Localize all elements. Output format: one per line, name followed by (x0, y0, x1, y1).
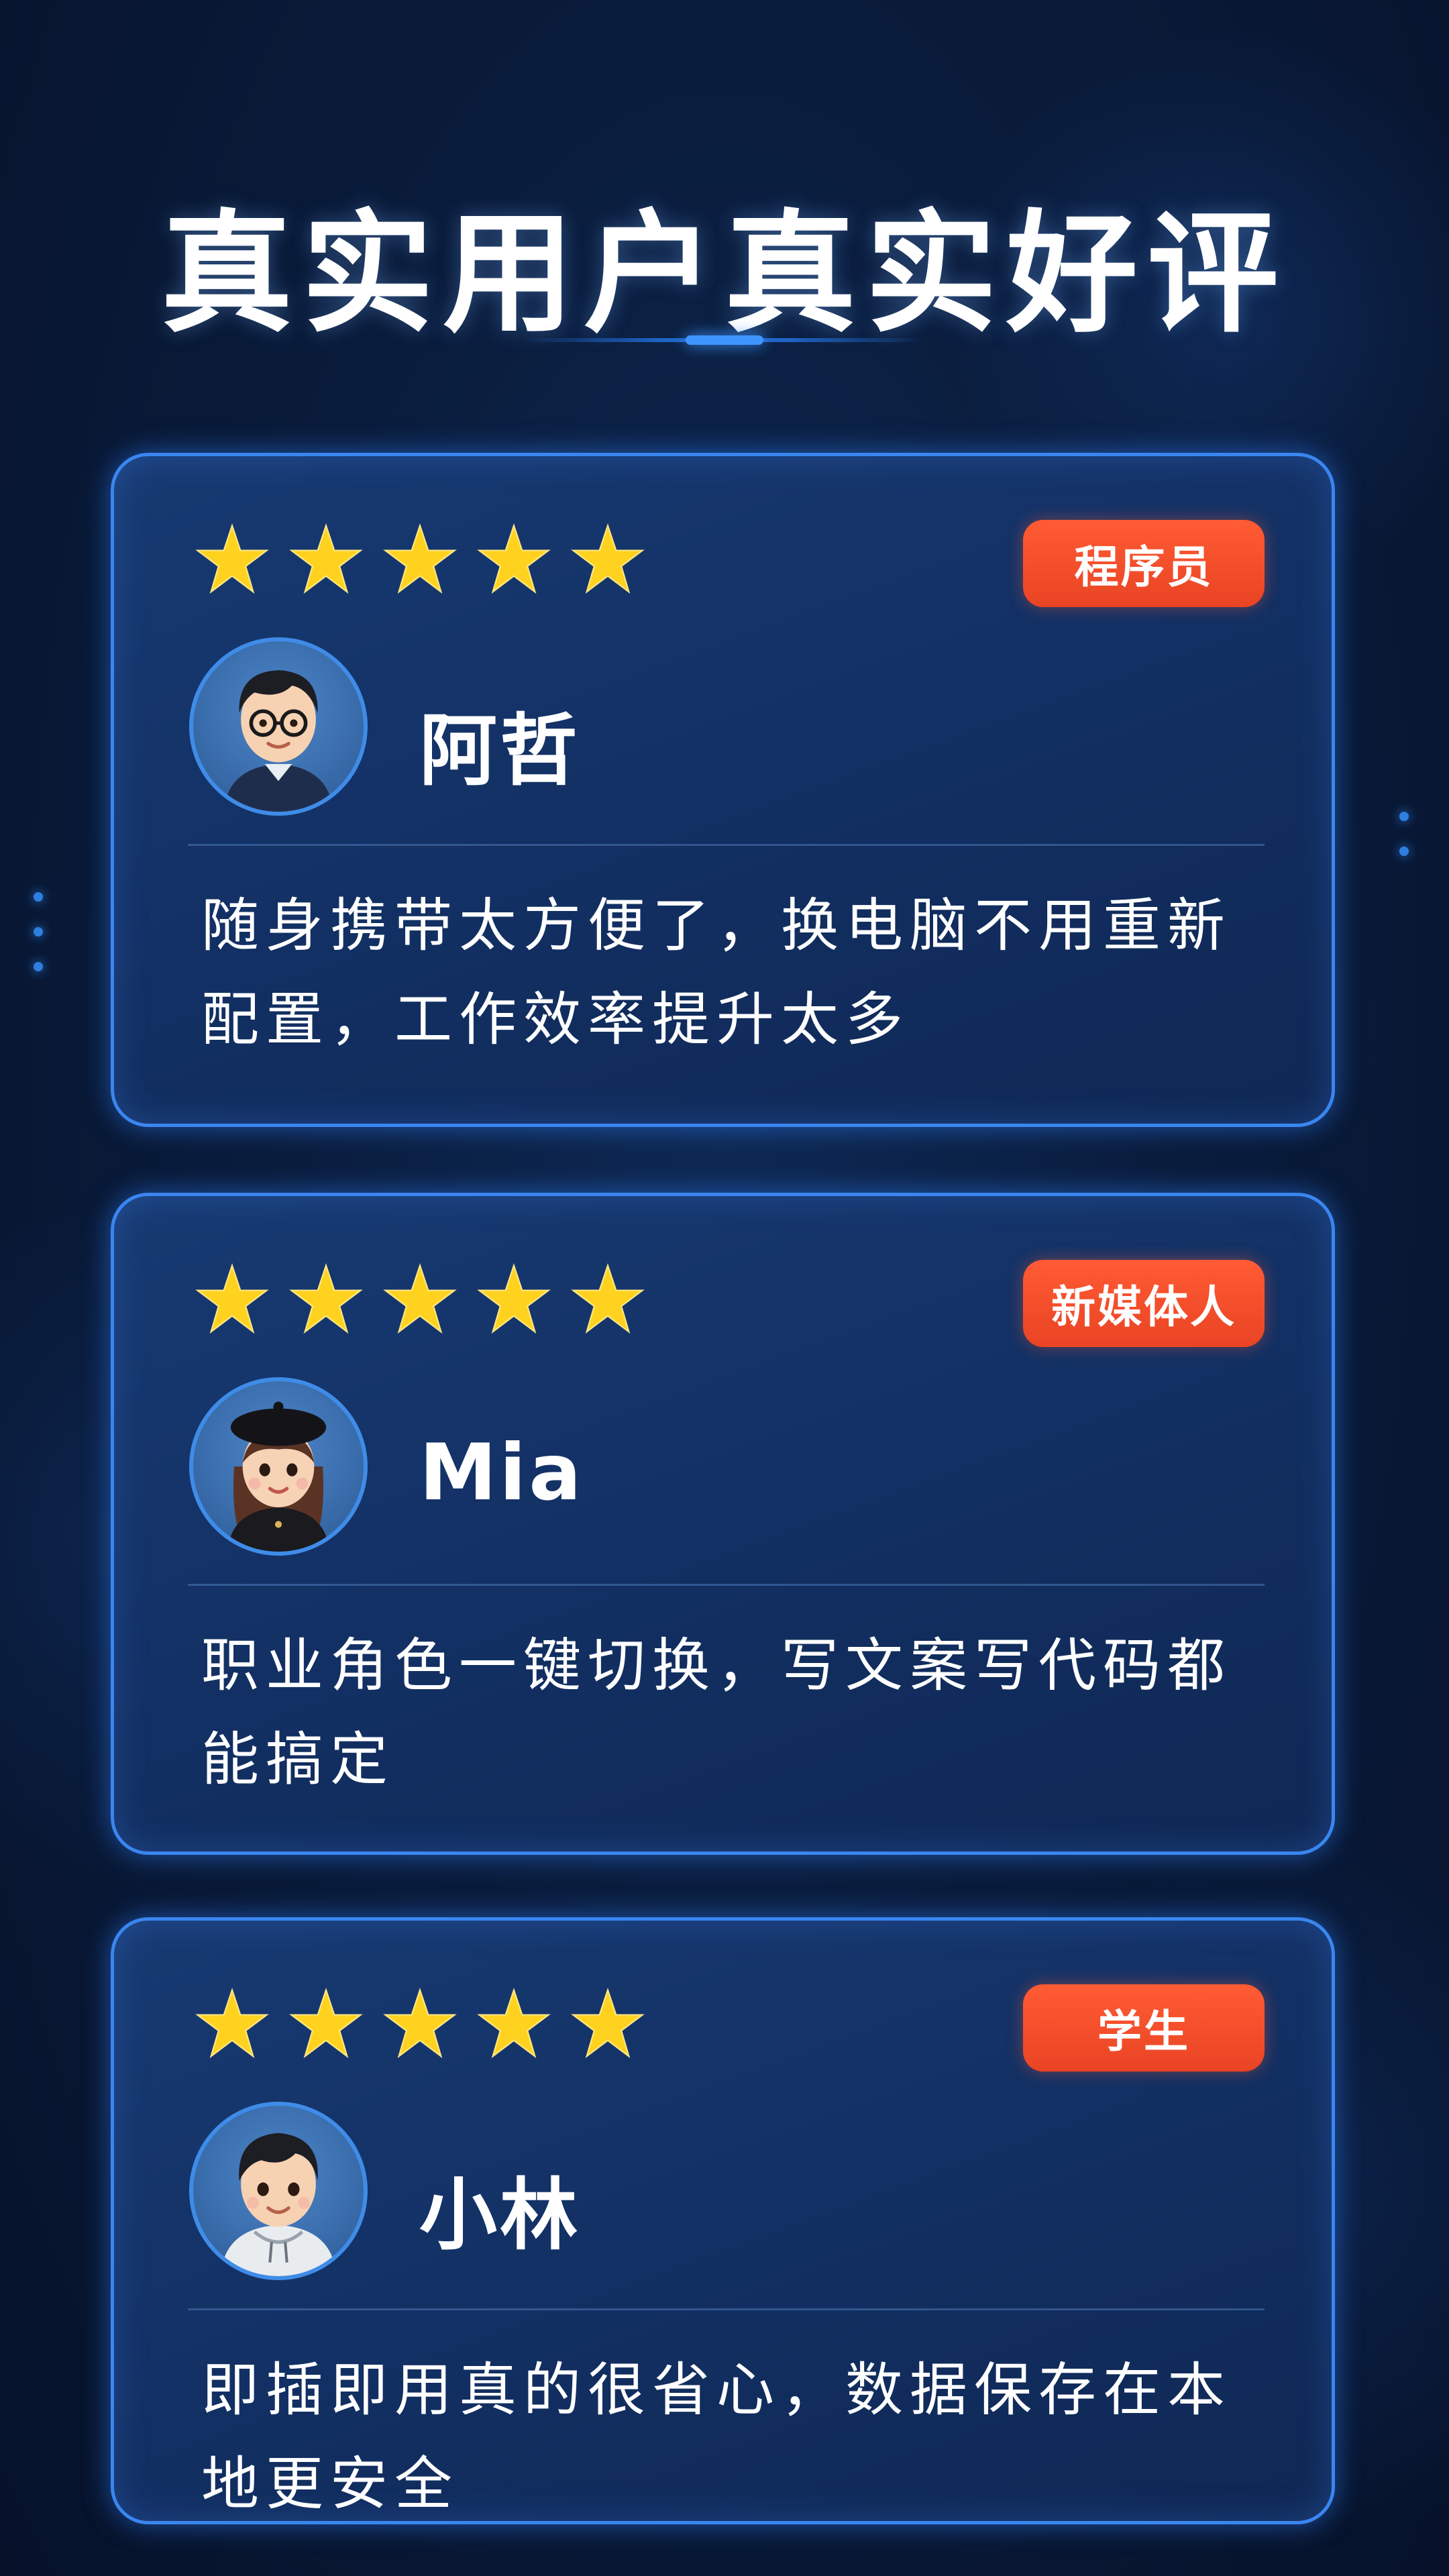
decor-dots-right (1399, 812, 1409, 856)
star-icon (195, 1263, 269, 1334)
role-tag: 新媒体人 (1023, 1260, 1265, 1347)
star-icon (571, 1263, 645, 1334)
star-icon (477, 1263, 551, 1334)
girl-beret-avatar-icon (189, 1377, 368, 1556)
review-card-1: 程序员 阿哲 随身携带太方便了，换电脑不用重新配置，工作效率提升太多 (111, 453, 1335, 1127)
review-card-2: 新媒体人 Mia 职业角色一键切换，写文案写代码都能搞定 (111, 1193, 1335, 1855)
page-title: 真实用户真实好评 (160, 198, 1288, 351)
role-tag: 程序员 (1023, 520, 1265, 607)
star-icon (289, 523, 363, 594)
star-icon (571, 1988, 645, 2059)
decor-dots-left (34, 892, 43, 971)
review-text: 随身携带太方便了，换电脑不用重新配置，工作效率提升太多 (201, 892, 1232, 1053)
star-icon (571, 523, 645, 594)
user-name: Mia (419, 1428, 584, 1518)
star-icon (477, 523, 551, 594)
star-icon (289, 1263, 363, 1334)
boy-hoodie-avatar-icon (189, 2102, 368, 2280)
star-rating (195, 522, 645, 597)
card-divider (188, 1584, 1265, 1586)
star-icon (383, 1263, 457, 1334)
star-rating (195, 1262, 645, 1337)
card-divider (188, 844, 1265, 846)
star-icon (195, 523, 269, 594)
star-icon (383, 523, 457, 594)
review-text: 职业角色一键切换，写文案写代码都能搞定 (201, 1632, 1232, 1793)
review-text: 即插即用真的很省心，数据保存在本地更安全 (201, 2357, 1232, 2518)
star-icon (477, 1988, 551, 2059)
user-name: 小林 (419, 2170, 580, 2261)
star-icon (289, 1988, 363, 2059)
star-rating (195, 1986, 645, 2061)
star-icon (383, 1988, 457, 2059)
boy-glasses-avatar-icon (189, 637, 368, 816)
user-name: 阿哲 (419, 706, 580, 796)
review-card-3: 学生 小林 即插即用真的很省心，数据保存在本地更安全 (111, 1917, 1335, 2524)
role-tag: 学生 (1023, 1984, 1265, 2072)
title-accent-bar (686, 335, 763, 345)
card-divider (188, 2308, 1265, 2310)
star-icon (195, 1988, 269, 2059)
